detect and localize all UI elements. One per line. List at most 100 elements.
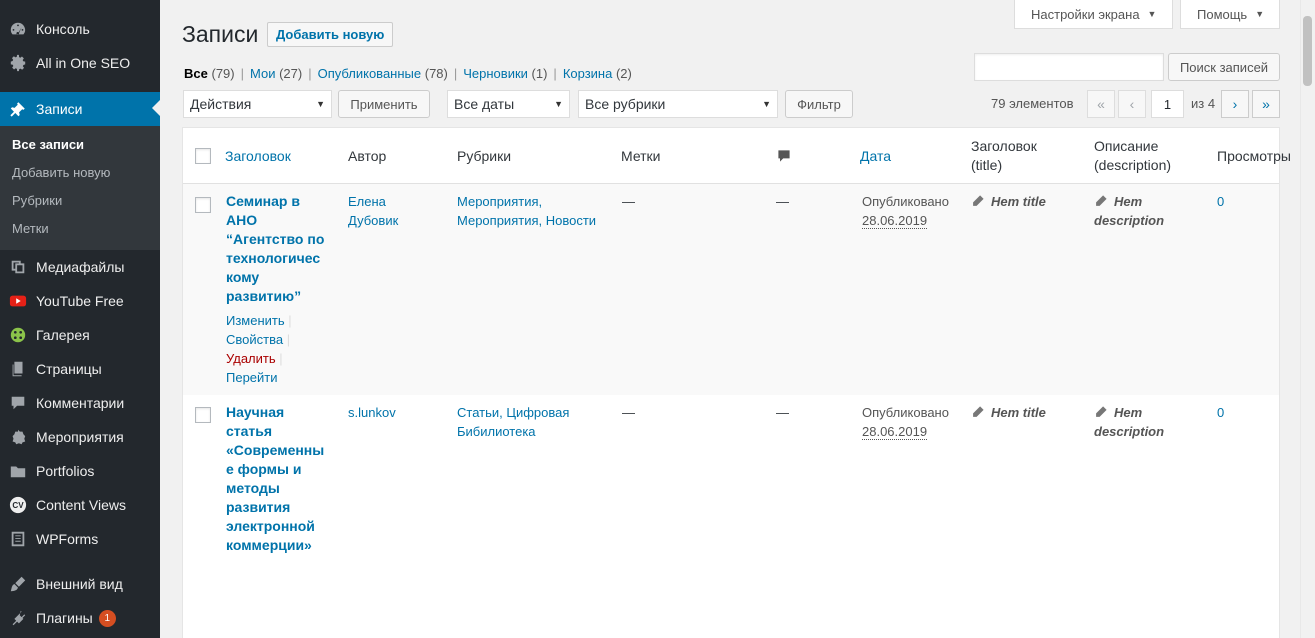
screen-options-button[interactable]: Настройки экрана ▼: [1014, 0, 1173, 29]
menu-portfolios[interactable]: Portfolios: [0, 454, 160, 488]
menu-posts[interactable]: Записи: [0, 92, 160, 126]
menu-label: Записи: [36, 101, 83, 117]
menu-dashboard[interactable]: Консоль: [0, 12, 160, 46]
filter-button[interactable]: Фильтр: [785, 90, 853, 118]
seo-title-cell[interactable]: Нет title: [971, 403, 1081, 422]
column-title[interactable]: Заголовок: [225, 128, 291, 184]
menu-label: Страницы: [36, 361, 102, 377]
menu-media[interactable]: Медиафайлы: [0, 250, 160, 284]
total-pages: из 4: [1191, 96, 1216, 111]
edit-link[interactable]: Изменить: [226, 313, 285, 328]
menu-appearance[interactable]: Внешний вид: [0, 567, 160, 601]
menu-pages[interactable]: Страницы: [0, 352, 160, 386]
column-date[interactable]: Дата: [860, 128, 891, 184]
column-categories: Рубрики: [457, 147, 512, 164]
seo-title-value: Нет title: [991, 194, 1046, 209]
menu-events[interactable]: Мероприятия: [0, 420, 160, 454]
menu-content-views[interactable]: CV Content Views: [0, 488, 160, 522]
current-page-input[interactable]: 1: [1151, 90, 1184, 118]
separator: |: [553, 66, 557, 81]
row-actions: Изменить | Свойства | Удалить | Перейти: [226, 313, 292, 385]
pin-icon: [8, 99, 28, 119]
table-row: Семинар в АНО “Агентство по технологичес…: [183, 184, 1279, 395]
category-filter-value: Все рубрики: [585, 96, 666, 112]
menu-aioseo[interactable]: All in One SEO: [0, 46, 160, 80]
post-title-link[interactable]: Семинар в АНО “Агентство по технологичес…: [226, 192, 326, 306]
pencil-icon: [971, 405, 985, 419]
menu-gallery[interactable]: Галерея: [0, 318, 160, 352]
select-all-checkbox[interactable]: [195, 148, 211, 164]
seo-title-value: Нет title: [991, 405, 1046, 420]
seo-title-cell[interactable]: Нет title: [971, 192, 1081, 211]
pencil-icon: [1094, 405, 1108, 419]
author-link[interactable]: s.lunkov: [348, 403, 428, 422]
menu-label: Медиафайлы: [36, 259, 125, 275]
menu-label: Плагины: [36, 610, 93, 626]
row-checkbox[interactable]: [195, 197, 211, 213]
categories-links[interactable]: Статьи, Цифровая Бибилиотека: [457, 403, 587, 441]
submenu-categories[interactable]: Рубрики: [0, 186, 160, 214]
category-filter-select[interactable]: Все рубрики ▼: [578, 90, 778, 118]
post-status: Опубликовано: [862, 405, 949, 420]
portfolio-icon: [8, 461, 28, 481]
menu-plugins[interactable]: Плагины 1: [0, 601, 160, 635]
menu-youtube[interactable]: YouTube Free: [0, 284, 160, 318]
page-scrollbar[interactable]: [1300, 0, 1315, 638]
seo-desc-cell[interactable]: Нет description: [1094, 192, 1194, 230]
update-count-badge: 1: [98, 609, 116, 627]
search-input[interactable]: [974, 53, 1164, 81]
submenu-tags[interactable]: Метки: [0, 214, 160, 242]
column-author: Автор: [348, 147, 387, 164]
menu-label: Комментарии: [36, 395, 125, 411]
media-icon: [8, 257, 28, 277]
view-link[interactable]: Перейти: [226, 370, 278, 385]
menu-label: Консоль: [36, 21, 90, 37]
trash-link[interactable]: Удалить: [226, 351, 276, 366]
search-button[interactable]: Поиск записей: [1168, 53, 1280, 81]
post-date: Опубликовано 28.06.2019: [862, 403, 952, 441]
quick-edit-link[interactable]: Свойства: [226, 332, 283, 347]
dashboard-icon: [8, 19, 28, 39]
menu-label: Portfolios: [36, 463, 95, 479]
last-page-button[interactable]: »: [1252, 90, 1280, 118]
view-all[interactable]: Все (79): [184, 66, 235, 81]
comments-value: —: [776, 194, 789, 209]
author-link[interactable]: Елена Дубовик: [348, 192, 428, 230]
views-count[interactable]: 0: [1217, 192, 1224, 211]
view-mine[interactable]: Мои (27): [250, 66, 302, 81]
column-seo-title: Заголовок (title): [971, 138, 1037, 173]
next-page-button[interactable]: ›: [1221, 90, 1249, 118]
menu-label: Галерея: [36, 327, 90, 343]
prev-page-button: ‹: [1118, 90, 1146, 118]
column-comments[interactable]: [776, 128, 792, 184]
view-published[interactable]: Опубликованные (78): [318, 66, 448, 81]
add-new-button[interactable]: Добавить новую: [267, 22, 394, 47]
views-count[interactable]: 0: [1217, 403, 1224, 422]
svg-text:CV: CV: [12, 501, 24, 510]
categories-links[interactable]: Мероприятия, Мероприятия, Новости: [457, 192, 607, 230]
bulk-actions-select[interactable]: Действия ▼: [183, 90, 332, 118]
row-checkbox[interactable]: [195, 407, 211, 423]
menu-label: All in One SEO: [36, 55, 131, 71]
scrollbar-thumb[interactable]: [1303, 16, 1312, 86]
view-drafts[interactable]: Черновики (1): [463, 66, 547, 81]
posts-submenu: Все записи Добавить новую Рубрики Метки: [0, 126, 160, 250]
forms-icon: [8, 529, 28, 549]
youtube-icon: [8, 291, 28, 311]
submenu-add-new[interactable]: Добавить новую: [0, 158, 160, 186]
separator: |: [453, 66, 458, 81]
post-title-link[interactable]: Научная статья «Современные формы и мето…: [226, 403, 326, 555]
date-filter-select[interactable]: Все даты ▼: [447, 90, 570, 118]
submenu-all-posts[interactable]: Все записи: [0, 130, 160, 158]
tags-value: —: [622, 194, 635, 209]
column-tags: Метки: [621, 147, 661, 164]
seo-desc-cell[interactable]: Нет description: [1094, 403, 1194, 441]
cv-icon: CV: [8, 495, 28, 515]
help-button[interactable]: Помощь ▼: [1180, 0, 1280, 29]
page-title: Записи: [182, 21, 259, 47]
apply-button[interactable]: Применить: [338, 90, 430, 118]
view-trash[interactable]: Корзина (2): [563, 66, 632, 81]
menu-wpforms[interactable]: WPForms: [0, 522, 160, 556]
menu-comments[interactable]: Комментарии: [0, 386, 160, 420]
column-seo-description: Описание (description): [1094, 138, 1172, 173]
